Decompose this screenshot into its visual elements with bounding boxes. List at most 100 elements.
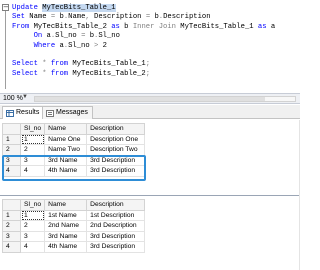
table-cell[interactable]: 3rd Name — [44, 154, 88, 166]
code-token: MyTecBits_Table_2 — [72, 69, 146, 78]
row-number[interactable]: 2 — [2, 144, 21, 156]
collapse-icon[interactable]: − — [2, 4, 9, 11]
code-token: Update — [12, 4, 43, 12]
horizontal-scrollbar[interactable] — [34, 96, 296, 102]
table-cell[interactable]: 4th Name — [44, 241, 88, 253]
row-number-header[interactable] — [2, 123, 21, 135]
results-tabs: Results Messages — [0, 105, 300, 119]
code-token: Description — [163, 13, 211, 22]
row-number[interactable]: 2 — [2, 220, 21, 232]
table-cell[interactable]: 2 — [19, 220, 46, 232]
code-line[interactable] — [12, 51, 275, 60]
row-number[interactable]: 4 — [2, 241, 21, 253]
code-token: MyTecBits_Table_1 — [42, 4, 116, 12]
table-row[interactable]: 1 1 1st Name 1st Description — [2, 209, 146, 221]
code-line[interactable]: Where a.Sl_no > 2 — [12, 42, 275, 51]
table-row[interactable]: 2 2 Name Two Description Two — [2, 144, 146, 156]
code-token: Sl_no — [98, 32, 120, 41]
code-token: Set — [12, 13, 30, 22]
code-line[interactable]: From MyTecBits_Table_2 as b Inner Join M… — [12, 23, 275, 32]
code-token: Name — [68, 13, 86, 22]
pane-edge — [299, 120, 300, 270]
table-row[interactable]: 1 1 Name One Description One — [2, 133, 146, 145]
table-cell[interactable]: Description One — [86, 133, 146, 145]
code-token: Name — [29, 13, 51, 22]
code-token: 2 — [102, 41, 107, 50]
code-token: , — [85, 13, 95, 22]
table-cell[interactable]: 4 — [19, 165, 46, 177]
row-number[interactable]: 1 — [2, 133, 21, 145]
code-token: From — [12, 22, 34, 31]
header-row: Sl_no Name Description — [2, 199, 146, 211]
tab-messages[interactable]: Messages — [42, 106, 93, 119]
table-row[interactable]: 3 3 3rd Name 3rd Description — [2, 154, 146, 166]
code-line[interactable]: Set Name = b.Name, Description = b.Descr… — [12, 13, 275, 22]
code-token: Where — [12, 41, 60, 50]
code-token: Description — [94, 13, 146, 22]
table-row[interactable]: 4 4 4th Name 3rd Description — [2, 241, 146, 253]
editor-status-strip: 100 % ▼ — [0, 93, 300, 104]
column-header-description[interactable]: Description — [86, 123, 146, 135]
result-grid-1: Sl_no Name Description 1 1 Name One Desc… — [0, 120, 300, 192]
code-token: MyTecBits_Table_1 — [72, 60, 146, 69]
table-cell[interactable]: 3 — [19, 154, 46, 166]
table-cell[interactable]: 1 — [19, 133, 46, 145]
table-cell[interactable]: 3rd Description — [86, 230, 146, 242]
code-token: as — [257, 22, 271, 31]
table-row[interactable]: 2 2 2nd Name 2nd Description — [2, 220, 146, 232]
grid-icon — [6, 110, 14, 117]
tab-results-label: Results — [16, 109, 40, 116]
code-token: * — [42, 69, 51, 78]
table-cell[interactable]: 3rd Description — [86, 154, 146, 166]
row-number[interactable]: 1 — [2, 209, 21, 221]
table-cell[interactable]: Description Two — [86, 144, 146, 156]
table-cell[interactable]: 4th Name — [44, 165, 88, 177]
zoom-dropdown-icon[interactable]: ▼ — [22, 94, 28, 100]
messages-icon — [46, 110, 54, 117]
table-cell[interactable]: Name Two — [44, 144, 88, 156]
code-token: as — [111, 22, 125, 31]
sql-editor[interactable]: − Update MyTecBits_Table_1 Set Name = b.N… — [0, 0, 300, 92]
table-cell[interactable]: 2 — [19, 144, 46, 156]
code-token: Select — [12, 60, 43, 69]
table-cell[interactable]: 3 — [19, 230, 46, 242]
result-grid-2: Sl_no Name Description 1 1 1st Name 1st … — [0, 195, 300, 270]
row-number[interactable]: 4 — [2, 165, 21, 177]
table-cell[interactable]: 3rd Name — [44, 230, 88, 242]
table-cell[interactable]: 3rd Description — [86, 165, 146, 177]
table-cell[interactable]: 2nd Name — [44, 220, 88, 232]
sql-code[interactable]: Update MyTecBits_Table_1 Set Name = b.Nam… — [12, 4, 275, 79]
table-row[interactable]: 3 3 3rd Name 3rd Description — [2, 230, 146, 242]
table-cell[interactable]: 4 — [19, 241, 46, 253]
row-number-header[interactable] — [2, 199, 21, 211]
code-line[interactable]: Select * from MyTecBits_Table_2; — [12, 70, 275, 79]
code-token: ; — [145, 60, 151, 69]
column-header-sl-no[interactable]: Sl_no — [19, 123, 46, 135]
tab-results[interactable]: Results — [2, 106, 45, 119]
code-token: Sl_no — [68, 41, 94, 50]
column-header-name[interactable]: Name — [44, 199, 88, 211]
table-cell[interactable]: 1st Description — [86, 209, 146, 221]
code-token: b — [124, 22, 133, 31]
result-table-1: Sl_no Name Description 1 1 Name One Desc… — [2, 123, 146, 177]
table-cell[interactable]: 2nd Description — [86, 220, 146, 232]
column-header-name[interactable]: Name — [44, 123, 88, 135]
code-line[interactable]: On a.Sl_no = b.Sl_no — [12, 32, 275, 41]
scrollbar-thumb[interactable] — [35, 97, 265, 101]
code-token: * — [42, 60, 51, 69]
table-row[interactable]: 4 4 4th Name 3rd Description — [2, 165, 146, 177]
zoom-level[interactable]: 100 % — [3, 95, 23, 102]
result-table-2: Sl_no Name Description 1 1 1st Name 1st … — [2, 199, 146, 253]
table-cell[interactable]: 1 — [19, 209, 46, 221]
code-token: On — [12, 32, 47, 41]
column-header-description[interactable]: Description — [86, 199, 146, 211]
row-number[interactable]: 3 — [2, 154, 21, 166]
table-cell[interactable]: 1st Name — [44, 209, 88, 221]
code-line[interactable]: Update MyTecBits_Table_1 — [12, 4, 275, 13]
table-cell[interactable]: 3rd Description — [86, 241, 146, 253]
row-number[interactable]: 3 — [2, 230, 21, 242]
column-header-sl-no[interactable]: Sl_no — [19, 199, 46, 211]
code-token: Select — [12, 69, 43, 78]
table-cell[interactable]: Name One — [44, 133, 88, 145]
code-line[interactable]: Select * from MyTecBits_Table_1; — [12, 60, 275, 69]
